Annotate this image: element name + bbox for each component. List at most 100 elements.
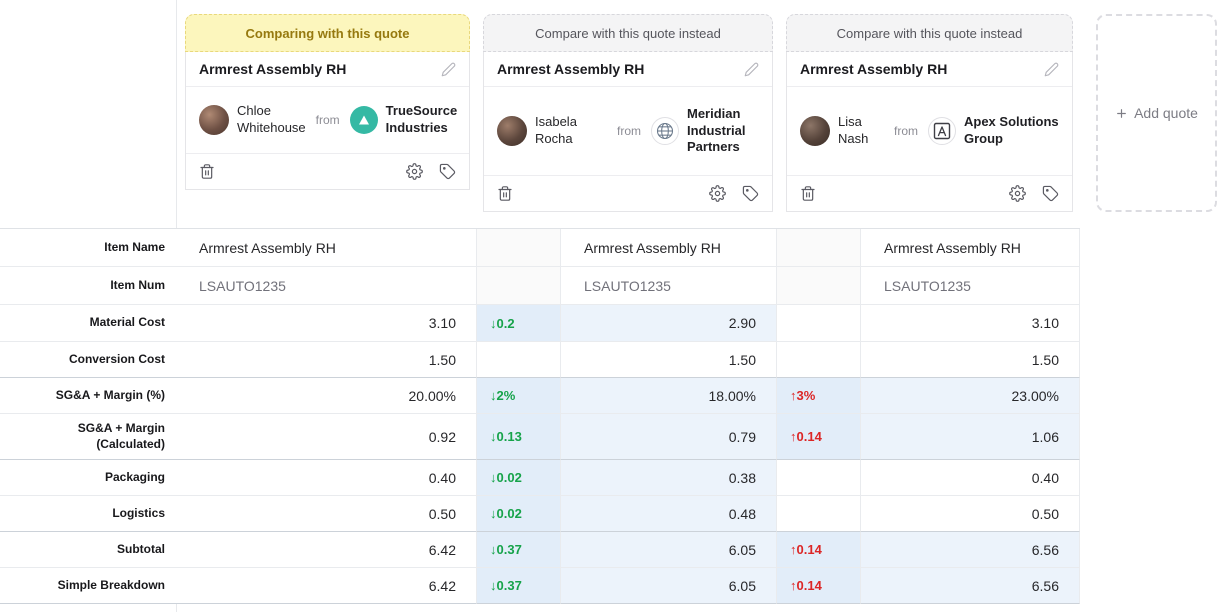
quote3-value: 23.00% [861, 378, 1080, 414]
company-name: TrueSource Industries [385, 103, 458, 135]
quote2-value: 0.48 [561, 496, 777, 532]
quote3-value: 1.50 [861, 342, 1080, 378]
delta-q1-q2: ↓0.37 [477, 568, 561, 604]
compare-quote-header-button[interactable]: Compare with this quote instead [483, 14, 773, 52]
quote1-value: LSAUTO1235 [176, 267, 477, 305]
quote-actions-row [484, 175, 772, 211]
delta-q2-q3 [777, 342, 861, 378]
row-label: Item Name [0, 229, 176, 267]
delete-quote-icon[interactable] [497, 185, 513, 202]
quote2-value: LSAUTO1235 [561, 267, 777, 305]
quote-card-1: Comparing with this quote Armrest Assemb… [185, 14, 470, 190]
from-label: from [894, 124, 918, 138]
quote1-value: Armrest Assembly RH [176, 229, 477, 267]
quote-tag-icon[interactable] [1042, 185, 1059, 202]
quote-title-row: Armrest Assembly RH [484, 52, 772, 87]
company-logo-truesource-icon [349, 106, 378, 134]
row-label: SG&A + Margin (%) [0, 378, 176, 414]
contact-name: Lisa Nash [838, 114, 869, 146]
row-label: SG&A + Margin (Calculated) [0, 414, 176, 460]
quote1-value: 0.92 [176, 414, 477, 460]
quote1-value: 0.40 [176, 460, 477, 496]
row-label: Logistics [0, 496, 176, 532]
quote2-value: 6.05 [561, 532, 777, 568]
quote3-value: 0.40 [861, 460, 1080, 496]
row-label: Packaging [0, 460, 176, 496]
quote2-value: 0.79 [561, 414, 777, 460]
contact-avatar [497, 116, 527, 146]
delta-q1-q2: ↓0.13 [477, 414, 561, 460]
quote1-value: 1.50 [176, 342, 477, 378]
quote-title: Armrest Assembly RH [800, 61, 948, 77]
quote-settings-gear-icon[interactable] [406, 163, 423, 180]
quote-title: Armrest Assembly RH [199, 61, 347, 77]
row-label: Simple Breakdown [0, 568, 176, 604]
edit-quote-icon[interactable] [441, 62, 456, 77]
quote2-value: 6.05 [561, 568, 777, 604]
row-label: Subtotal [0, 532, 176, 568]
quote-card-3: Compare with this quote instead Armrest … [786, 14, 1073, 212]
delta-q1-q2: ↓0.2 [477, 305, 561, 342]
quote3-value: LSAUTO1235 [861, 267, 1080, 305]
contact-avatar [199, 105, 229, 135]
quote-title: Armrest Assembly RH [497, 61, 645, 77]
plus-icon [1115, 107, 1128, 120]
quote-contact-row: Isabela Rocha from Meridian Industrial P… [484, 87, 772, 175]
delete-quote-icon[interactable] [199, 163, 215, 180]
delta-q1-q2: ↓0.02 [477, 496, 561, 532]
delta-q2-q3 [777, 460, 861, 496]
contact-avatar [800, 116, 830, 146]
quote3-value: 3.10 [861, 305, 1080, 342]
quote3-value: 0.50 [861, 496, 1080, 532]
add-quote-label: Add quote [1134, 105, 1198, 121]
edit-quote-icon[interactable] [744, 62, 759, 77]
quote-card-2: Compare with this quote instead Armrest … [483, 14, 773, 212]
quote-tag-icon[interactable] [439, 163, 456, 180]
row-label: Item Num [0, 267, 176, 305]
company-name: Meridian Industrial Partners [687, 105, 746, 155]
quote-settings-gear-icon[interactable] [709, 185, 726, 202]
delta-q2-q3: ↑0.14 [777, 568, 861, 604]
delta-q2-q3: ↑0.14 [777, 532, 861, 568]
quote-settings-gear-icon[interactable] [1009, 185, 1026, 202]
quote1-value: 0.50 [176, 496, 477, 532]
quote1-value: 3.10 [176, 305, 477, 342]
quote-contact-row: Chloe Whitehouse from TrueSource Industr… [186, 87, 469, 153]
quote2-value: 18.00% [561, 378, 777, 414]
delta-q1-q2: ↓2% [477, 378, 561, 414]
compare-quote-header-button[interactable]: Compare with this quote instead [786, 14, 1073, 52]
delta-q2-q3 [777, 267, 861, 305]
quote-tag-icon[interactable] [742, 185, 759, 202]
delta-q1-q2 [477, 342, 561, 378]
delta-q2-q3 [777, 305, 861, 342]
quote2-value: 1.50 [561, 342, 777, 378]
from-label: from [617, 124, 641, 138]
comparison-table: Item Name Armrest Assembly RH Armrest As… [0, 228, 1080, 604]
quote1-value: 6.42 [176, 568, 477, 604]
delta-q1-q2 [477, 229, 561, 267]
delete-quote-icon[interactable] [800, 185, 816, 202]
delta-q2-q3 [777, 496, 861, 532]
quote3-value: 6.56 [861, 568, 1080, 604]
quote2-value: Armrest Assembly RH [561, 229, 777, 267]
delta-q1-q2: ↓0.02 [477, 460, 561, 496]
quote-contact-row: Lisa Nash from Apex Solutions Group [787, 87, 1072, 175]
quote2-value: 2.90 [561, 305, 777, 342]
delta-q2-q3 [777, 229, 861, 267]
add-quote-button[interactable]: Add quote [1096, 14, 1217, 212]
delta-q1-q2 [477, 267, 561, 305]
quote-title-row: Armrest Assembly RH [787, 52, 1072, 87]
row-label: Conversion Cost [0, 342, 176, 378]
company-logo-apex-icon [928, 117, 956, 145]
delta-q1-q2: ↓0.37 [477, 532, 561, 568]
quote1-value: 20.00% [176, 378, 477, 414]
quote2-value: 0.38 [561, 460, 777, 496]
edit-quote-icon[interactable] [1044, 62, 1059, 77]
delta-q2-q3: ↑3% [777, 378, 861, 414]
quote-comparison-screen: Comparing with this quote Armrest Assemb… [0, 0, 1227, 612]
quote1-value: 6.42 [176, 532, 477, 568]
active-quote-header: Comparing with this quote [185, 14, 470, 52]
company-name: Apex Solutions Group [964, 114, 1059, 146]
delta-q2-q3: ↑0.14 [777, 414, 861, 460]
quote-actions-row [787, 175, 1072, 211]
